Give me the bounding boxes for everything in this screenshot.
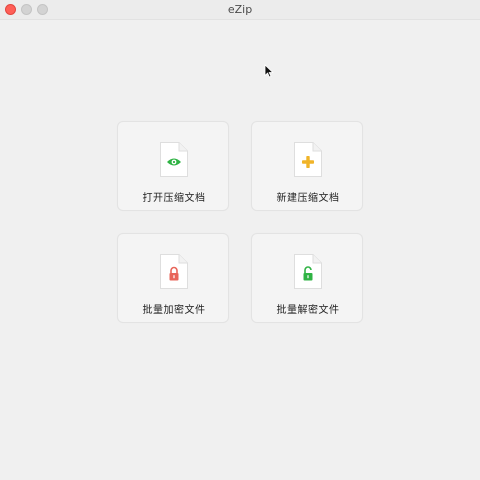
batch-decrypt-button[interactable]: 批量解密文件 (251, 233, 363, 323)
document-icon (294, 142, 322, 177)
open-archive-label: 打开压缩文档 (142, 193, 206, 204)
document-icon (160, 254, 188, 289)
app-window: eZip 打开压缩文档 新建压缩文档 批量加密文件 批量解密文件 (0, 0, 480, 480)
batch-decrypt-label: 批量解密文件 (276, 305, 340, 316)
mouse-cursor-icon (264, 64, 274, 78)
title-bar[interactable]: eZip (0, 0, 480, 20)
new-archive-button[interactable]: 新建压缩文档 (251, 121, 363, 211)
new-archive-label: 新建压缩文档 (276, 193, 340, 204)
open-archive-button[interactable]: 打开压缩文档 (117, 121, 229, 211)
window-title: eZip (227, 3, 253, 16)
batch-encrypt-button[interactable]: 批量加密文件 (117, 233, 229, 323)
batch-encrypt-label: 批量加密文件 (142, 305, 206, 316)
document-icon (160, 142, 188, 177)
document-icon (294, 254, 322, 289)
